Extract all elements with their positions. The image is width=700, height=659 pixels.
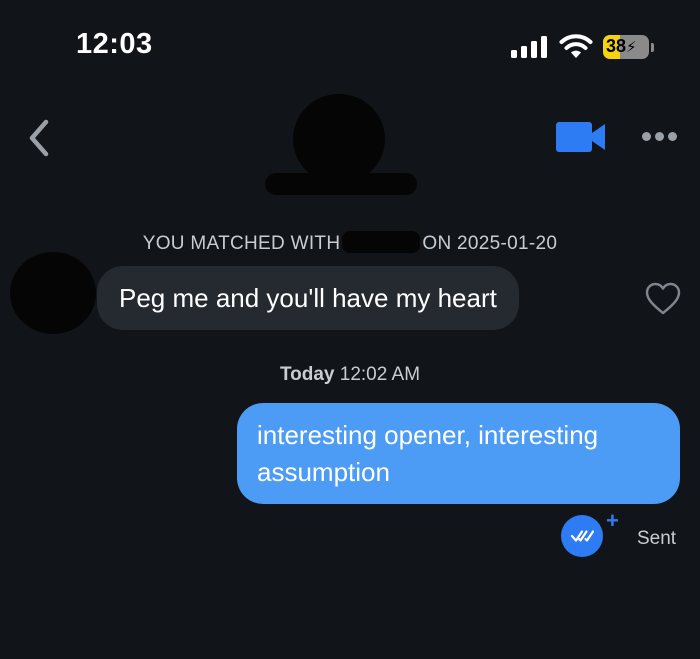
status-time: 12:03: [76, 28, 153, 60]
match-name-redacted: [265, 173, 417, 195]
timestamp-time: 12:02 AM: [339, 364, 421, 385]
match-prefix: YOU MATCHED WITH: [142, 233, 341, 254]
heart-icon[interactable]: [645, 282, 681, 316]
wifi-icon: [559, 34, 593, 58]
read-receipt-icon[interactable]: [561, 515, 603, 557]
battery-level: 38⚡: [606, 36, 637, 56]
battery-icon: 38⚡: [603, 35, 649, 59]
message-timestamp: Today 12:02 AM: [0, 364, 700, 386]
status-bar: 12:03 38⚡: [0, 0, 700, 90]
cellular-signal-icon: [511, 36, 547, 58]
battery-nub: [651, 43, 654, 52]
sent-status: Sent: [637, 528, 677, 549]
timestamp-day: Today: [279, 364, 335, 385]
match-info: YOU MATCHED WITH ON 2025-01-20: [0, 231, 700, 255]
chat-header: [0, 90, 700, 200]
back-button[interactable]: [22, 116, 58, 160]
plus-icon: +: [606, 508, 619, 533]
incoming-message[interactable]: Peg me and you'll have my heart: [97, 266, 519, 330]
outgoing-message[interactable]: interesting opener, interesting assumpti…: [237, 403, 680, 504]
redacted-name: [342, 231, 421, 253]
sender-avatar[interactable]: [10, 252, 96, 334]
match-date: ON 2025-01-20: [422, 233, 558, 254]
more-options-button[interactable]: [640, 130, 680, 144]
match-avatar[interactable]: [293, 94, 385, 184]
double-check-icon: [570, 530, 595, 542]
video-camera-icon[interactable]: [556, 120, 606, 154]
